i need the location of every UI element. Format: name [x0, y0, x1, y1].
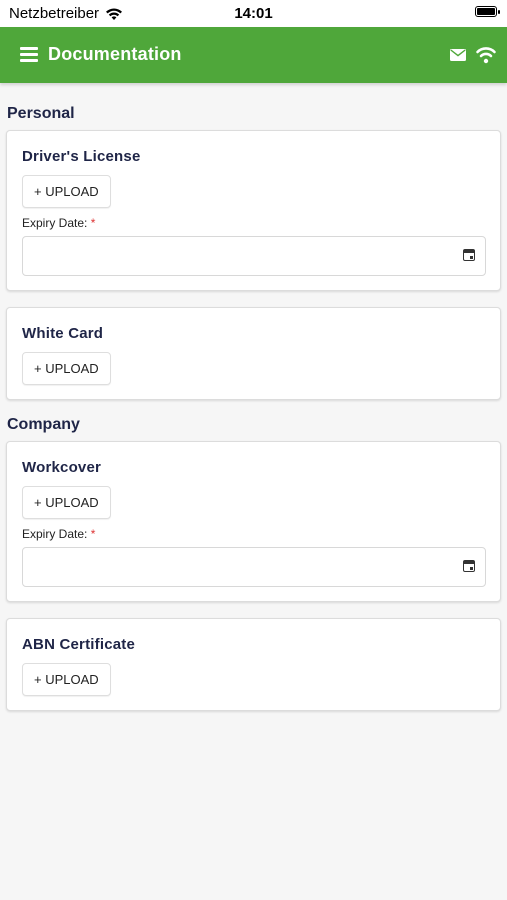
- expiry-label-text: Expiry Date:: [22, 216, 88, 230]
- card-workcover: Workcover + UPLOAD Expiry Date: *: [6, 441, 501, 602]
- upload-button[interactable]: + UPLOAD: [22, 663, 111, 696]
- card-title: Workcover: [22, 459, 102, 476]
- mail-icon[interactable]: [450, 48, 466, 62]
- card-title: White Card: [22, 325, 104, 342]
- upload-button[interactable]: + UPLOAD: [22, 352, 111, 385]
- app-bar: Documentation: [0, 27, 507, 83]
- page-title: Documentation: [48, 44, 182, 64]
- card-title: Driver's License: [22, 148, 141, 165]
- card-abn-certificate: ABN Certificate + UPLOAD: [6, 618, 501, 711]
- section-title-company: Company: [7, 416, 80, 433]
- wifi-status-icon: [476, 47, 496, 64]
- card-title: ABN Certificate: [22, 636, 136, 653]
- upload-button[interactable]: + UPLOAD: [22, 486, 111, 519]
- upload-button[interactable]: + UPLOAD: [22, 175, 111, 208]
- expiry-date-label: Expiry Date: *: [22, 527, 486, 541]
- card-drivers-license: Driver's License + UPLOAD Expiry Date: *: [6, 130, 501, 291]
- expiry-label-text: Expiry Date:: [22, 527, 88, 541]
- calendar-icon[interactable]: [463, 249, 475, 261]
- section-title-personal: Personal: [7, 105, 75, 122]
- expiry-date-input[interactable]: [22, 236, 486, 276]
- expiry-date-label: Expiry Date: *: [22, 216, 486, 230]
- battery-icon: [475, 6, 500, 17]
- required-mark: *: [90, 527, 96, 541]
- required-mark: *: [90, 216, 96, 230]
- menu-icon[interactable]: [20, 47, 38, 62]
- document-list: Personal Driver's License + UPLOAD Expir…: [0, 105, 507, 711]
- calendar-icon[interactable]: [463, 560, 475, 572]
- card-white-card: White Card + UPLOAD: [6, 307, 501, 400]
- status-time: 14:01: [234, 5, 273, 22]
- status-bar: Netzbetreiber 14:01: [0, 0, 507, 27]
- expiry-date-input[interactable]: [22, 547, 486, 587]
